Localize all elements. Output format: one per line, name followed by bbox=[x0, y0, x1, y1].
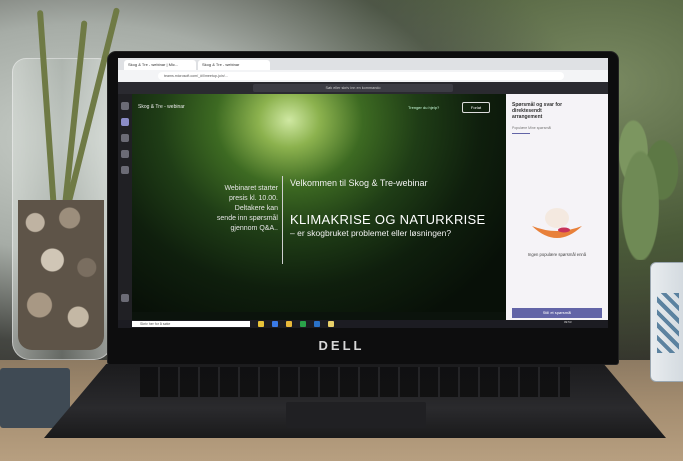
headline: KLIMAKRISE OG NATURKRISE bbox=[290, 212, 486, 227]
taskbar-clock[interactable]: 09:53 bbox=[564, 320, 572, 324]
qa-panel: Spørsmål og svar for direktesendt arrang… bbox=[506, 94, 608, 328]
notebook bbox=[0, 368, 70, 428]
url-field[interactable]: teams.microsoft.com/_#/l/meetup-join/... bbox=[158, 72, 564, 80]
files-icon[interactable] bbox=[121, 166, 129, 174]
webinar-stage: Skog & Tre - webinar Trenger du hjelp? F… bbox=[132, 94, 506, 312]
activity-icon[interactable] bbox=[121, 102, 129, 110]
qa-empty-text: Ingen populære spørsmål ennå bbox=[527, 252, 587, 257]
store-icon[interactable] bbox=[300, 321, 306, 327]
teams-icon[interactable] bbox=[121, 134, 129, 142]
leave-button[interactable]: Forlat bbox=[462, 102, 490, 113]
address-bar: teams.microsoft.com/_#/l/meetup-join/... bbox=[118, 70, 608, 82]
qa-title: Spørsmål og svar for direktesendt arrang… bbox=[512, 102, 563, 120]
edge-icon[interactable] bbox=[272, 321, 278, 327]
teams-header: Søk eller skriv inn en kommando bbox=[118, 82, 608, 94]
ask-question-button[interactable]: Still et spørsmål bbox=[512, 308, 602, 318]
folder-icon[interactable] bbox=[328, 321, 334, 327]
teams-app-rail bbox=[118, 94, 132, 328]
start-info-line: Webinaret starter bbox=[224, 185, 278, 192]
qa-tabs[interactable]: Populære Mine spørsmål bbox=[512, 126, 551, 130]
windows-taskbar: Skriv her for å søke 09:53 bbox=[118, 320, 608, 328]
help-link[interactable]: Trenger du hjelp? bbox=[408, 105, 439, 110]
file-explorer-icon[interactable] bbox=[286, 321, 292, 327]
clock-time: 09:53 bbox=[564, 320, 572, 324]
start-info-line: Deltakere kan bbox=[234, 205, 278, 212]
laptop-screen: Skog & Tre - webinar | Mic... Skog & Tre… bbox=[118, 58, 608, 328]
welcome-text: Velkommen til Skog & Tre-webinar bbox=[290, 178, 428, 188]
trackpad bbox=[286, 402, 426, 428]
chrome-icon[interactable] bbox=[258, 321, 264, 327]
calls-icon[interactable] bbox=[121, 150, 129, 158]
dell-logo: DELL bbox=[318, 338, 365, 353]
subheadline: – er skogbruket problemet eller løsninge… bbox=[290, 228, 452, 238]
keyboard bbox=[140, 367, 570, 397]
help-icon[interactable] bbox=[121, 294, 129, 302]
meeting-title: Skog & Tre - webinar bbox=[138, 104, 185, 110]
succulent-plant bbox=[612, 80, 683, 260]
teams-search-input[interactable]: Søk eller skriv inn en kommando bbox=[253, 84, 453, 92]
qa-tab-indicator bbox=[512, 133, 530, 134]
browser-tab[interactable]: Skog & Tre - webinar | Mic... bbox=[124, 60, 196, 70]
start-info: Webinaret starter presis kl. 10.00. Delt… bbox=[180, 184, 278, 234]
browser-tab-strip: Skog & Tre - webinar | Mic... Skog & Tre… bbox=[118, 58, 608, 70]
mail-icon[interactable] bbox=[314, 321, 320, 327]
start-info-line: presis kl. 10.00. bbox=[228, 195, 278, 202]
empty-state-illustration bbox=[532, 208, 582, 238]
start-info-line: sende inn spørsmål bbox=[216, 215, 278, 222]
divider bbox=[282, 176, 283, 264]
browser-tab[interactable]: Skog & Tre - webinar bbox=[198, 60, 270, 70]
taskbar-search-input[interactable]: Skriv her for å søke bbox=[132, 321, 250, 327]
chat-icon[interactable] bbox=[121, 118, 129, 126]
start-info-line: gjennom Q&A.. bbox=[230, 225, 278, 232]
pebbles bbox=[18, 200, 104, 350]
coffee-mug bbox=[650, 262, 683, 382]
